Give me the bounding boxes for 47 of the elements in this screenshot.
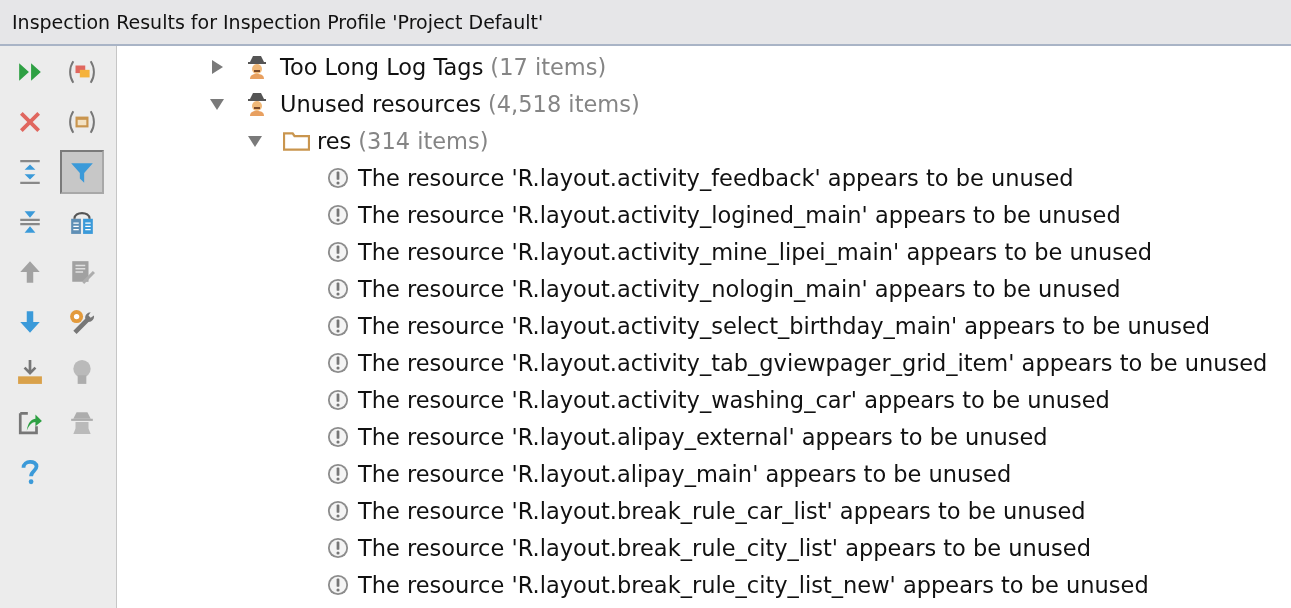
close-icon: [17, 109, 43, 135]
inspection-name[interactable]: Too Long Log Tags: [280, 53, 484, 80]
problem-description[interactable]: The resource 'R.layout.break_rule_car_list' appears to be unused: [358, 497, 1086, 524]
folder-name[interactable]: res: [317, 127, 352, 154]
problem-description[interactable]: The resource 'R.layout.activity_washing_car' appears to be unused: [358, 386, 1110, 413]
grouping-icon: [69, 59, 95, 85]
hat-figure-icon: [69, 409, 95, 435]
filter-button[interactable]: [60, 150, 104, 194]
problem-description[interactable]: The resource 'R.layout.activity_nologin_main' appears to be unused: [358, 275, 1121, 302]
problem-description[interactable]: The resource 'R.layout.break_rule_city_list' appears to be unused: [358, 534, 1091, 561]
expand-all-icon: [17, 159, 43, 185]
folder-brackets-icon: [69, 109, 95, 135]
warning-icon: [327, 203, 349, 226]
download-tray-icon: [17, 359, 43, 385]
inspector-icon: [245, 91, 269, 116]
warning-icon: [327, 462, 349, 485]
warning-icon: [327, 277, 349, 300]
item-count: (314 items): [358, 127, 489, 154]
problem-description[interactable]: The resource 'R.layout.activity_feedback' appears to be unused: [358, 164, 1074, 191]
item-count: (17 items): [490, 53, 607, 80]
warning-icon: [327, 425, 349, 448]
problem-description[interactable]: The resource 'R.layout.break_rule_city_list_new' appears to be unused: [358, 571, 1149, 598]
warning-icon: [327, 166, 349, 189]
diff-icon: [69, 209, 95, 235]
wrench-gear-icon: [69, 309, 95, 335]
item-count: (4,518 items): [488, 90, 640, 117]
document-pencil-icon: [69, 259, 95, 285]
expand-arrow-icon[interactable]: [209, 58, 225, 75]
problem-description[interactable]: The resource 'R.layout.alipay_main' appears to be unused: [358, 460, 1012, 487]
warning-icon: [327, 314, 349, 337]
document-arrow-icon: [17, 409, 43, 435]
problem-description[interactable]: The resource 'R.layout.activity_logined_main' appears to be unused: [358, 201, 1121, 228]
warning-icon: [327, 388, 349, 411]
problem-description[interactable]: The resource 'R.layout.activity_select_birthday_main' appears to be unused: [358, 312, 1211, 339]
panel-title: Inspection Results for Inspection Profile 'Project Default': [12, 11, 544, 33]
folder-icon: [283, 130, 310, 151]
warning-icon: [327, 240, 349, 263]
warning-icon: [327, 536, 349, 559]
warning-icon: [327, 573, 349, 596]
collapse-all-icon: [17, 209, 43, 235]
inspection-name[interactable]: Unused resources: [280, 90, 482, 117]
problem-description[interactable]: The resource 'R.layout.activity_tab_gviewpager_grid_item' appears to be unused: [358, 349, 1268, 376]
problem-description[interactable]: The resource 'R.layout.activity_mine_lipei_main' appears to be unused: [358, 238, 1153, 265]
inspector-icon: [245, 54, 269, 79]
warning-icon: [327, 499, 349, 522]
warning-icon: [327, 351, 349, 374]
problem-description[interactable]: The resource 'R.layout.alipay_external' appears to be unused: [358, 423, 1048, 450]
